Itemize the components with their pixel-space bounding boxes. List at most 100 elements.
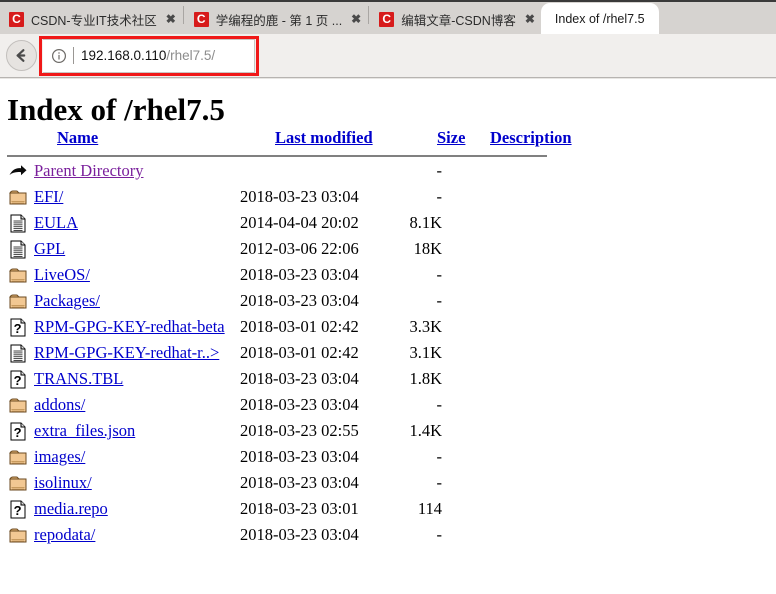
file-link[interactable]: EULA (34, 213, 78, 232)
tab-title: Index of /rhel7.5 (554, 11, 645, 26)
url-path: /rhel7.5/ (166, 48, 216, 63)
file-link[interactable]: addons/ (34, 395, 85, 414)
file-link[interactable]: media.repo (34, 499, 108, 518)
row-description-cell (447, 444, 542, 470)
svg-text:?: ? (14, 373, 22, 388)
row-size-cell: - (436, 187, 443, 206)
file-link[interactable]: images/ (34, 447, 85, 466)
tab-title: 学编程的鹿 - 第 1 页 ... (215, 13, 343, 28)
file-link[interactable]: Packages/ (34, 291, 100, 310)
file-link[interactable]: TRANS.TBL (34, 369, 123, 388)
csdn-favicon-icon: C (193, 11, 209, 27)
row-icon-cell (7, 236, 34, 262)
row-date-cell: 2018-03-23 03:04 (240, 369, 359, 388)
listing-body: Parent Directory - EFI/2018-03-23 03:04 - EU… (7, 158, 542, 548)
unknown-file-icon: ? (10, 318, 26, 337)
row-icon-cell (7, 184, 34, 210)
file-link[interactable]: LiveOS/ (34, 265, 90, 284)
row-icon-cell (7, 444, 34, 470)
row-description-cell (447, 522, 542, 548)
file-link[interactable]: isolinux/ (34, 473, 92, 492)
text-file-icon (10, 240, 26, 259)
tab-close-icon[interactable]: ✖ (166, 13, 176, 25)
row-icon-cell (7, 392, 34, 418)
text-file-icon (10, 344, 26, 363)
listing-header: Name Last modified Size Description (7, 128, 585, 152)
tab-close-icon[interactable]: ✖ (525, 13, 535, 25)
row-name-cell: extra_files.json (34, 418, 240, 444)
tab-close-icon[interactable]: ✖ (351, 13, 361, 25)
row-description-cell (447, 236, 542, 262)
row-size-cell: 3.1K (409, 343, 442, 362)
file-link[interactable]: repodata/ (34, 525, 95, 544)
row-description-cell (447, 496, 542, 522)
row-icon-cell: ? (7, 366, 34, 392)
row-name-cell: addons/ (34, 392, 240, 418)
svg-text:?: ? (14, 503, 22, 518)
listing-header-row: Name Last modified Size Description (7, 128, 585, 152)
browser-tab-3[interactable]: C 编辑文章-CSDN博客 ✖ (370, 4, 541, 34)
row-date-cell: 2018-03-01 02:42 (240, 343, 359, 362)
row-description-cell (447, 262, 542, 288)
page-content: Index of /rhel7.5 Name Last modified Siz… (0, 79, 776, 594)
sort-by-description-link[interactable]: Description (490, 128, 572, 147)
file-link[interactable]: EFI/ (34, 187, 63, 206)
file-link[interactable]: RPM-GPG-KEY-redhat-beta (34, 317, 225, 336)
back-button[interactable] (6, 40, 37, 71)
row-date-cell: 2018-03-23 03:04 (240, 291, 359, 310)
row-name-cell: RPM-GPG-KEY-redhat-beta (34, 314, 240, 340)
csdn-favicon-icon: C (9, 11, 24, 27)
address-bar[interactable]: 192.168.0.110/rhel7.5/ (43, 38, 255, 73)
header-description: Description (486, 128, 585, 152)
tab-divider (182, 6, 184, 24)
row-size-cell: - (436, 291, 443, 310)
row-date-cell: 2018-03-23 03:04 (240, 525, 359, 544)
row-name-cell: Packages/ (34, 288, 240, 314)
directory-listing-body-table: Parent Directory - EFI/2018-03-23 03:04 - EU… (7, 158, 542, 548)
row-icon-cell (7, 340, 34, 366)
file-link[interactable]: GPL (34, 239, 65, 258)
row-icon-cell: ? (7, 314, 34, 340)
tab-title: 编辑文章-CSDN博客 (401, 13, 516, 28)
file-link[interactable]: extra_files.json (34, 421, 135, 440)
row-description-cell (447, 418, 542, 444)
folder-icon (9, 268, 27, 283)
sort-by-date-link[interactable]: Last modified (275, 128, 373, 147)
folder-icon (9, 190, 27, 205)
tab-strip: C CSDN-专业IT技术社区 ✖ C 学编程的鹿 - 第 1 页 ... ✖ … (0, 0, 776, 34)
url-text: 192.168.0.110/rhel7.5/ (81, 48, 215, 63)
row-name-cell: GPL (34, 236, 240, 262)
url-separator (73, 47, 74, 64)
row-icon-cell (7, 522, 34, 548)
browser-chrome: C CSDN-专业IT技术社区 ✖ C 学编程的鹿 - 第 1 页 ... ✖ … (0, 0, 776, 80)
row-date-cell: 2018-03-23 03:04 (240, 473, 359, 492)
row-size-cell: 1.4K (409, 421, 442, 440)
unknown-file-icon: ? (10, 500, 26, 519)
csdn-favicon-icon: C (379, 11, 395, 27)
svg-text:?: ? (14, 425, 22, 440)
urlbar-wrapper: 192.168.0.110/rhel7.5/ (39, 35, 776, 76)
unknown-file-icon: ? (10, 370, 26, 389)
row-name-cell: EFI/ (34, 184, 240, 210)
sort-by-name-link[interactable]: Name (57, 128, 98, 147)
row-name-cell: repodata/ (34, 522, 240, 548)
row-name-cell: Parent Directory (34, 158, 240, 184)
row-date-cell: 2012-03-06 22:06 (240, 239, 359, 258)
file-link[interactable]: Parent Directory (34, 161, 144, 180)
table-row: repodata/2018-03-23 03:04 - (7, 522, 542, 548)
row-date-cell: 2018-03-01 02:42 (240, 317, 359, 336)
folder-icon (9, 294, 27, 309)
table-row: EFI/2018-03-23 03:04 - (7, 184, 542, 210)
text-file-icon (10, 214, 26, 233)
table-row: addons/2018-03-23 03:04 - (7, 392, 542, 418)
row-size-cell: 8.1K (409, 213, 442, 232)
browser-tab-4-active[interactable]: Index of /rhel7.5 (540, 3, 659, 34)
browser-tab-2[interactable]: C 学编程的鹿 - 第 1 页 ... ✖ (185, 4, 367, 34)
file-link[interactable]: RPM-GPG-KEY-redhat-r..> (34, 343, 219, 362)
row-size-cell: 18K (413, 239, 442, 258)
back-arrow-icon (16, 49, 26, 62)
sort-by-size-link[interactable]: Size (437, 128, 465, 147)
site-info-icon[interactable] (51, 48, 67, 64)
row-date-cell: 2018-03-23 03:04 (240, 265, 359, 284)
browser-tab-1[interactable]: C CSDN-专业IT技术社区 ✖ (0, 4, 182, 34)
